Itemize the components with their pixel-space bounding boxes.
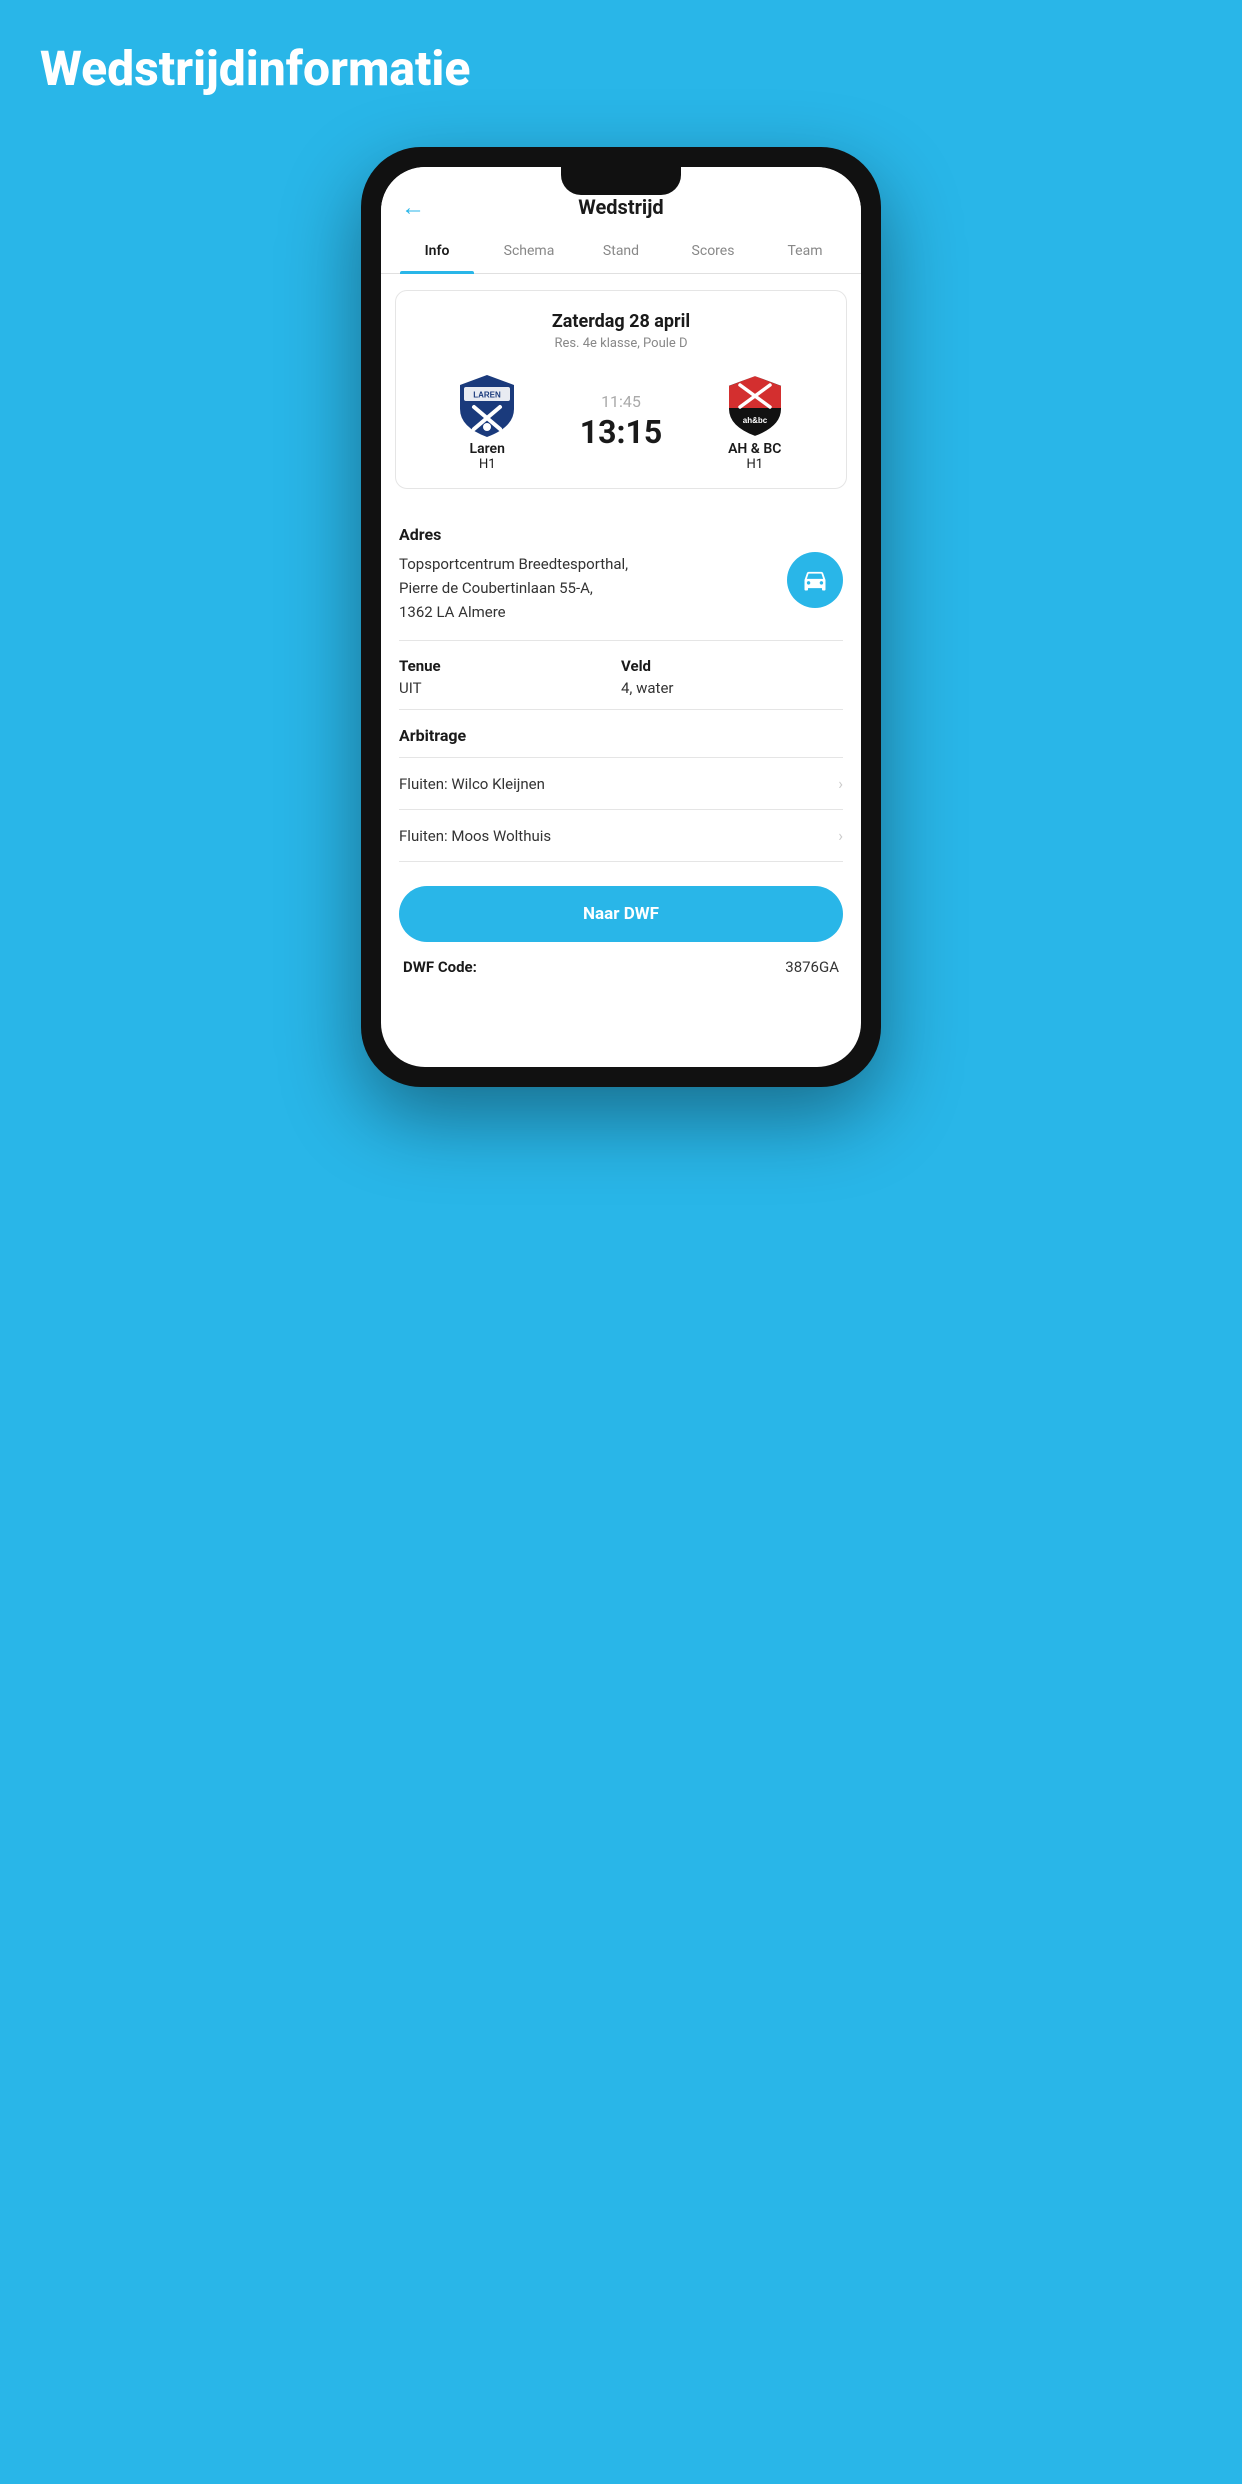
match-card: Zaterdag 28 april Res. 4e klasse, Poule …: [395, 290, 847, 489]
phone-wrapper: ← Wedstrijd Info Schema Stand Scores Tea…: [361, 147, 881, 1087]
chevron-icon-2: ›: [838, 826, 843, 845]
away-team-name: AH & BC: [728, 441, 781, 457]
address-text: Topsportcentrum Breedtesporthal,Pierre d…: [399, 552, 787, 624]
arbitrage-name-2: Fluiten: Moos Wolthuis: [399, 827, 551, 845]
arbitrage-title: Arbitrage: [399, 726, 843, 745]
svg-text:LAREN: LAREN: [473, 391, 501, 400]
match-score: 13:15: [580, 413, 662, 451]
match-time: 11:45: [601, 392, 641, 411]
dwf-code-label: DWF Code:: [403, 958, 477, 976]
bottom-area: Naar DWF DWF Code: 3876GA: [381, 862, 861, 992]
tab-stand[interactable]: Stand: [575, 229, 667, 273]
laren-logo: LAREN: [452, 371, 522, 441]
tab-bar: Info Schema Stand Scores Team: [381, 229, 861, 274]
veld-value: 4, water: [621, 679, 843, 697]
address-label: Adres: [399, 525, 843, 544]
home-team: LAREN Laren H1: [412, 371, 562, 472]
match-date: Zaterdag 28 april: [412, 311, 830, 332]
away-team: ah&bc AH & BC H1: [680, 371, 830, 472]
home-team-name: Laren: [470, 441, 505, 457]
tab-scores[interactable]: Scores: [667, 229, 759, 273]
phone-screen: ← Wedstrijd Info Schema Stand Scores Tea…: [381, 167, 861, 1067]
ahbc-logo: ah&bc: [720, 371, 790, 441]
tenue-veld-row: Tenue UIT Veld 4, water: [399, 657, 843, 697]
screen-content: ← Wedstrijd Info Schema Stand Scores Tea…: [381, 167, 861, 1067]
score-area: 11:45 13:15: [580, 392, 662, 451]
phone-frame: ← Wedstrijd Info Schema Stand Scores Tea…: [361, 147, 881, 1087]
phone-notch: [561, 167, 681, 195]
tab-schema[interactable]: Schema: [483, 229, 575, 273]
chevron-icon-1: ›: [838, 774, 843, 793]
back-button[interactable]: ←: [401, 193, 425, 222]
tab-team[interactable]: Team: [759, 229, 851, 273]
tenue-label: Tenue: [399, 657, 621, 675]
veld-label: Veld: [621, 657, 843, 675]
match-league: Res. 4e klasse, Poule D: [412, 336, 830, 351]
arbitrage-item-2[interactable]: Fluiten: Moos Wolthuis ›: [399, 809, 843, 862]
tenue-value: UIT: [399, 679, 621, 697]
arbitrage-name-1: Fluiten: Wilco Kleijnen: [399, 775, 545, 793]
header-title: Wedstrijd: [578, 195, 663, 219]
divider-1: [399, 640, 843, 641]
tenue-block: Tenue UIT: [399, 657, 621, 697]
naar-dwf-button[interactable]: Naar DWF: [399, 886, 843, 942]
car-icon: [801, 566, 829, 594]
away-team-sub: H1: [746, 457, 763, 472]
page-bg-title: Wedstrijdinformatie: [20, 40, 470, 97]
home-team-sub: H1: [479, 457, 496, 472]
address-row: Topsportcentrum Breedtesporthal,Pierre d…: [399, 552, 843, 624]
info-section: Adres Topsportcentrum Breedtesporthal,Pi…: [381, 505, 861, 862]
match-teams: LAREN Laren H1 11:: [412, 371, 830, 472]
arbitrage-item-1[interactable]: Fluiten: Wilco Kleijnen ›: [399, 757, 843, 809]
tab-info[interactable]: Info: [391, 229, 483, 273]
svg-text:ah&bc: ah&bc: [743, 416, 768, 425]
dwf-code-row: DWF Code: 3876GA: [399, 958, 843, 976]
dwf-code-value: 3876GA: [785, 958, 839, 976]
veld-block: Veld 4, water: [621, 657, 843, 697]
divider-2: [399, 709, 843, 710]
directions-button[interactable]: [787, 552, 843, 608]
